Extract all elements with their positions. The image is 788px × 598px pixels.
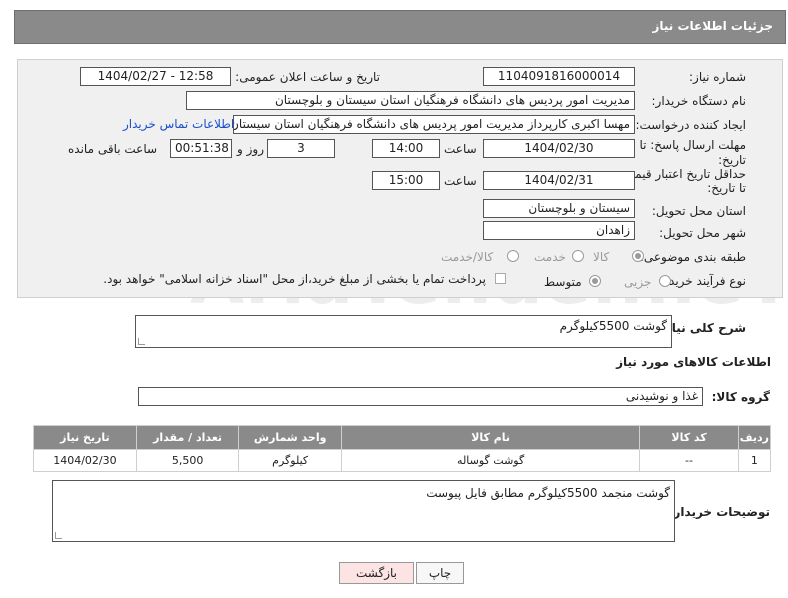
- reply-deadline-time-label: ساعت: [444, 142, 477, 156]
- reply-deadline-label-1: مهلت ارسال پاسخ: تا: [639, 138, 746, 152]
- goods-table-header-row: ردیف کد کالا نام کالا واحد شمارش تعداد /…: [33, 425, 772, 450]
- need-number-label: شماره نیاز:: [689, 70, 746, 84]
- remaining-time-field[interactable]: 00:51:38: [170, 139, 232, 158]
- page-title: جزئیات اطلاعات نیاز: [14, 10, 786, 44]
- resize-handle-icon[interactable]: [138, 338, 145, 345]
- cell-item-name: گوشت گوساله: [340, 449, 641, 472]
- description-textarea[interactable]: گوشت 5500کیلوگرم: [135, 315, 672, 348]
- requester-label: ایجاد کننده درخواست:: [635, 118, 746, 132]
- resize-handle-icon[interactable]: [55, 532, 62, 539]
- goods-table: ردیف کد کالا نام کالا واحد شمارش تعداد /…: [33, 425, 772, 472]
- back-button[interactable]: بازگشت: [339, 562, 414, 584]
- col-header-item-name: نام کالا: [340, 425, 641, 450]
- announce-datetime-field[interactable]: 1404/02/27 - 12:58: [80, 67, 231, 86]
- delivery-city-field[interactable]: زاهدان: [483, 221, 635, 240]
- col-header-need-date: تاریخ نیاز: [33, 425, 137, 450]
- treasury-payment-note: پرداخت تمام یا بخشی از مبلغ خرید،از محل …: [103, 272, 486, 286]
- goods-group-field[interactable]: غذا و نوشیدنی: [138, 387, 703, 406]
- reply-days-label: روز و: [237, 142, 264, 156]
- reply-deadline-label-2: تاریخ:: [718, 153, 746, 167]
- purchase-radio-medium[interactable]: [589, 275, 601, 287]
- price-validity-date-field[interactable]: 1404/02/31: [483, 171, 635, 190]
- price-validity-label-2: تا تاریخ:: [707, 181, 746, 195]
- buyer-notes-label: توضیحات خریدار:: [668, 505, 770, 519]
- price-validity-label-1: حداقل تاریخ اعتبار قیمت:: [619, 167, 746, 181]
- purchase-type-label: نوع فرآیند خرید :: [661, 274, 746, 288]
- col-header-unit: واحد شمارش: [238, 425, 342, 450]
- col-header-item-code: کد کالا: [639, 425, 739, 450]
- buyer-notes-textarea[interactable]: گوشت منجمد 5500کیلوگرم مطابق فایل پیوست: [52, 480, 675, 542]
- cell-item-code: --: [639, 449, 739, 472]
- description-text: گوشت 5500کیلوگرم: [559, 319, 667, 333]
- need-number-field[interactable]: 1104091816000014: [483, 67, 635, 86]
- purchase-option-medium: متوسط: [544, 275, 582, 289]
- reply-deadline-time-field[interactable]: 14:00: [372, 139, 440, 158]
- reply-deadline-date-field[interactable]: 1404/02/30: [483, 139, 635, 158]
- col-header-row-number: ردیف: [737, 425, 772, 450]
- reply-days-field[interactable]: 3: [267, 139, 335, 158]
- category-radio-goods[interactable]: [632, 250, 644, 262]
- announce-datetime-label: تاریخ و ساعت اعلان عمومی:: [235, 70, 380, 84]
- treasury-payment-checkbox[interactable]: [495, 273, 506, 284]
- goods-group-label: گروه کالا:: [711, 390, 770, 404]
- description-label: شرح کلی نیاز:: [660, 321, 746, 335]
- cell-need-date: 1404/02/30: [33, 449, 137, 472]
- delivery-province-field[interactable]: سیستان و بلوچستان: [483, 199, 635, 218]
- buyer-notes-text: گوشت منجمد 5500کیلوگرم مطابق فایل پیوست: [426, 486, 670, 500]
- print-button[interactable]: چاپ: [416, 562, 464, 584]
- cell-row-number: 1: [737, 449, 772, 472]
- delivery-city-label: شهر محل تحویل:: [659, 226, 746, 240]
- category-radio-service[interactable]: [572, 250, 584, 262]
- delivery-province-label: استان محل تحویل:: [651, 204, 746, 218]
- buyer-org-label: نام دستگاه خریدار:: [651, 94, 747, 108]
- category-option-service: خدمت: [534, 250, 566, 264]
- buyer-org-field[interactable]: مدیریت امور پردیس های دانشگاه فرهنگیان ا…: [186, 91, 635, 110]
- price-validity-time-label: ساعت: [444, 174, 477, 188]
- buyer-contact-link[interactable]: اطلاعات تماس خریدار: [123, 117, 234, 131]
- cell-quantity: 5,500: [135, 449, 240, 472]
- cell-unit: کیلوگرم: [238, 449, 342, 472]
- requester-field[interactable]: مهسا اکبری کارپرداز مدیریت امور پردیس ها…: [233, 115, 635, 134]
- col-header-quantity: تعداد / مقدار: [135, 425, 240, 450]
- price-validity-time-field[interactable]: 15:00: [372, 171, 440, 190]
- remaining-time-label: ساعت باقی مانده: [68, 142, 158, 156]
- category-option-goods-service: کالا/خدمت: [441, 250, 494, 264]
- table-row[interactable]: 1 -- گوشت گوساله کیلوگرم 5,500 1404/02/3…: [33, 449, 772, 472]
- category-radio-goods-service[interactable]: [507, 250, 519, 262]
- category-option-goods: کالا: [593, 250, 610, 264]
- category-label: طبقه بندی موضوعی:: [639, 250, 746, 264]
- goods-section-title: اطلاعات کالاهای مورد نیاز: [616, 355, 771, 369]
- purchase-radio-minor[interactable]: [659, 275, 671, 287]
- purchase-option-minor: جزیی: [624, 275, 652, 289]
